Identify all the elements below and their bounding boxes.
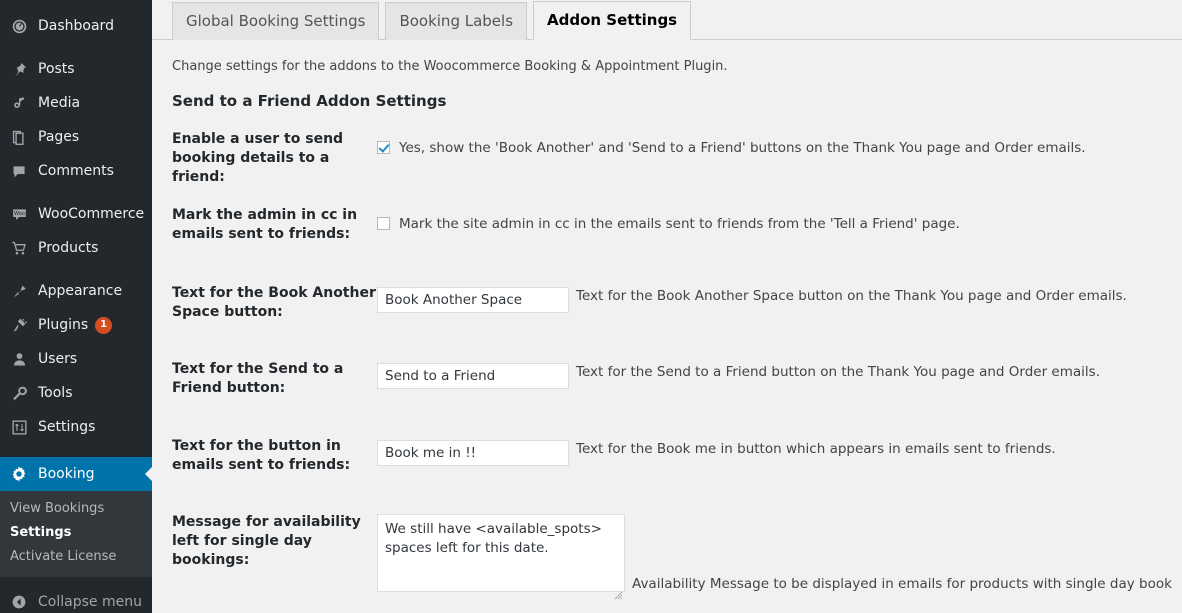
- sidebar-item-tools[interactable]: Tools: [0, 376, 152, 410]
- plugins-update-badge: 1: [95, 316, 113, 334]
- availability-message-textarea[interactable]: We still have <available_spots> spaces l…: [377, 514, 625, 592]
- submenu-item-view-bookings[interactable]: View Bookings: [0, 497, 152, 521]
- sidebar-item-woocommerce[interactable]: Woo WooCommerce: [0, 197, 152, 231]
- checkbox-label: Mark the site admin in cc in the emails …: [399, 216, 960, 232]
- submenu-item-settings[interactable]: Settings: [0, 521, 152, 545]
- pin-icon: [8, 59, 30, 79]
- admin-sidebar: Dashboard Posts Media Pages Comments Woo…: [0, 0, 152, 613]
- row-field: Mark the site admin in cc in the emails …: [377, 204, 960, 232]
- woocommerce-icon: Woo: [8, 204, 30, 224]
- sidebar-item-label: Media: [38, 95, 81, 111]
- sidebar-group-spacer-5: [0, 577, 152, 586]
- sidebar-item-label: Tools: [38, 385, 73, 401]
- collapse-arrow-icon: [8, 594, 30, 610]
- booking-submenu: View Bookings Settings Activate License: [0, 491, 152, 577]
- row-field: Text for the Send to a Friend button on …: [377, 358, 1100, 389]
- addon-settings-form: Enable a user to send booking details to…: [152, 128, 1182, 600]
- sidebar-item-label: Pages: [38, 129, 80, 145]
- comment-icon: [8, 161, 30, 181]
- row-help: Text for the Book Another Space button o…: [576, 288, 1127, 304]
- sidebar-item-label: Products: [38, 240, 99, 256]
- submenu-item-activate-license[interactable]: Activate License: [0, 545, 152, 569]
- row-help: Text for the Book me in button which app…: [576, 441, 1056, 457]
- media-icon: [8, 93, 30, 113]
- sidebar-item-dashboard[interactable]: Dashboard: [0, 9, 152, 43]
- page-description: Change settings for the addons to the Wo…: [172, 59, 728, 74]
- cart-icon: [8, 238, 30, 258]
- sidebar-item-appearance[interactable]: Appearance: [0, 274, 152, 308]
- form-row-availability-message-single-day: Message for availability left for single…: [152, 511, 1182, 600]
- row-field: Text for the Book me in button which app…: [377, 435, 1056, 466]
- sidebar-item-pages[interactable]: Pages: [0, 120, 152, 154]
- tab-addon-settings[interactable]: Addon Settings: [533, 1, 692, 40]
- form-row-enable-send-booking-details: Enable a user to send booking details to…: [152, 128, 1182, 204]
- email-button-text-input[interactable]: [377, 440, 569, 466]
- row-label: Enable a user to send booking details to…: [172, 131, 344, 185]
- form-row-mark-admin-cc: Mark the admin in cc in emails sent to f…: [152, 204, 1182, 282]
- page-title: Send to a Friend Addon Settings: [172, 92, 447, 110]
- row-label: Text for the Send to a Friend button:: [172, 361, 344, 396]
- sidebar-item-label: Comments: [38, 163, 114, 179]
- row-field: We still have <available_spots> spaces l…: [377, 511, 1172, 600]
- gear-icon: [8, 464, 30, 484]
- row-field: Text for the Book Another Space button o…: [377, 282, 1127, 313]
- row-label: Text for the button in emails sent to fr…: [172, 438, 351, 473]
- dashboard-icon: [8, 16, 30, 36]
- sidebar-item-products[interactable]: Products: [0, 231, 152, 265]
- wrench-icon: [8, 383, 30, 403]
- user-icon: [8, 349, 30, 369]
- sidebar-item-label: Dashboard: [38, 18, 114, 34]
- book-another-space-input[interactable]: [377, 287, 569, 313]
- sidebar-item-label: Users: [38, 351, 78, 367]
- row-help: Availability Message to be displayed in …: [632, 576, 1172, 592]
- sidebar-item-label: WooCommerce: [38, 206, 145, 222]
- row-label: Mark the admin in cc in emails sent to f…: [172, 207, 358, 242]
- form-row-send-to-a-friend-text: Text for the Send to a Friend button: Te…: [152, 358, 1182, 435]
- sliders-icon: [8, 417, 30, 437]
- sidebar-item-label: Appearance: [38, 283, 123, 299]
- brush-icon: [8, 281, 30, 301]
- sidebar-item-plugins[interactable]: Plugins 1: [0, 308, 152, 342]
- sidebar-group-spacer-1: [0, 43, 152, 52]
- sidebar-item-label: Plugins: [38, 317, 89, 333]
- sidebar-item-booking[interactable]: Booking: [0, 457, 152, 491]
- mark-admin-cc-checkbox[interactable]: [377, 217, 390, 230]
- collapse-menu-label: Collapse menu: [38, 594, 142, 610]
- svg-text:Woo: Woo: [14, 210, 25, 216]
- sidebar-top-spacer: [0, 0, 152, 9]
- sidebar-item-comments[interactable]: Comments: [0, 154, 152, 188]
- sidebar-item-label: Posts: [38, 61, 75, 77]
- textarea-wrapper: We still have <available_spots> spaces l…: [377, 514, 625, 600]
- checkbox-label: Yes, show the 'Book Another' and 'Send t…: [399, 140, 1086, 156]
- pages-icon: [8, 127, 30, 147]
- sidebar-group-spacer-4: [0, 444, 152, 457]
- tab-global-booking-settings[interactable]: Global Booking Settings: [172, 2, 380, 40]
- enable-send-booking-details-checkbox[interactable]: [377, 141, 390, 154]
- content-area: Global Booking Settings Booking Labels A…: [152, 0, 1182, 613]
- send-to-a-friend-input[interactable]: [377, 363, 569, 389]
- row-field: Yes, show the 'Book Another' and 'Send t…: [377, 128, 1086, 156]
- tab-booking-labels[interactable]: Booking Labels: [385, 2, 528, 40]
- wordpress-admin-screen: Dashboard Posts Media Pages Comments Woo…: [0, 0, 1182, 613]
- sidebar-group-spacer-3: [0, 265, 152, 274]
- row-label: Message for availability left for single…: [172, 514, 361, 568]
- sidebar-item-settings[interactable]: Settings: [0, 410, 152, 444]
- sidebar-item-posts[interactable]: Posts: [0, 52, 152, 86]
- collapse-menu-button[interactable]: Collapse menu: [0, 586, 152, 613]
- form-row-book-another-space-text: Text for the Book Another Space button: …: [152, 282, 1182, 358]
- form-row-email-button-text: Text for the button in emails sent to fr…: [152, 435, 1182, 511]
- sidebar-item-label: Booking: [38, 466, 95, 482]
- plug-icon: [8, 315, 30, 335]
- sidebar-item-label: Settings: [38, 419, 96, 435]
- sidebar-item-media[interactable]: Media: [0, 86, 152, 120]
- sidebar-item-users[interactable]: Users: [0, 342, 152, 376]
- sidebar-group-spacer-2: [0, 188, 152, 197]
- row-help: Text for the Send to a Friend button on …: [576, 364, 1100, 380]
- settings-tabbar: Global Booking Settings Booking Labels A…: [152, 0, 1182, 40]
- row-label: Text for the Book Another Space button:: [172, 285, 376, 320]
